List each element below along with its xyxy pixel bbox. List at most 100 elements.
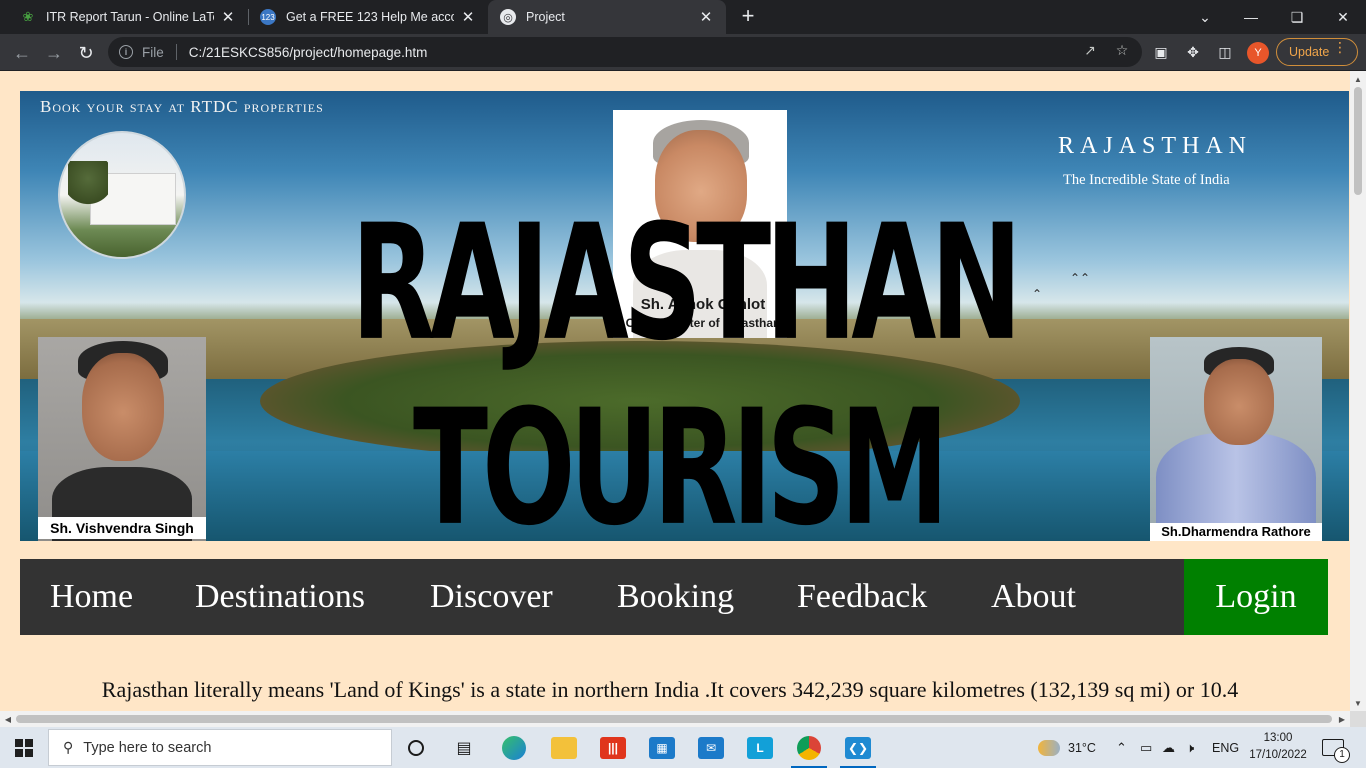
close-window-button[interactable]: ✕ xyxy=(1320,0,1366,34)
tab-123helpme[interactable]: 123 Get a FREE 123 Help Me account ✕ xyxy=(248,0,488,34)
nav-discover[interactable]: Discover xyxy=(430,559,553,635)
tab-title: ITR Report Tarun - Online LaTeX E xyxy=(46,10,214,24)
site-info-icon[interactable]: i xyxy=(119,45,133,59)
volume-muted-icon[interactable]: 🕨 xyxy=(1186,727,1194,768)
incognito-extension-icon[interactable]: ▣ xyxy=(1151,42,1171,62)
weather-temperature: 31°C xyxy=(1068,740,1096,755)
bird-icon: ⌃ xyxy=(1032,287,1043,301)
tray-overflow-chevron-icon[interactable]: ⌃ xyxy=(1116,727,1127,768)
scroll-down-arrow-icon[interactable]: ▼ xyxy=(1350,695,1366,711)
hotel-photo xyxy=(58,131,186,259)
store-bag-icon: ▦ xyxy=(649,736,675,759)
chrome-icon xyxy=(797,735,821,760)
close-tab-icon[interactable]: ✕ xyxy=(698,8,714,26)
taskbar-chrome[interactable] xyxy=(785,727,833,768)
edge-icon xyxy=(502,735,526,760)
123helpme-icon: 123 xyxy=(260,9,276,25)
address-separator xyxy=(175,44,177,60)
tab-strip: ❀ ITR Report Tarun - Online LaTeX E ✕ 12… xyxy=(0,0,1366,34)
update-button[interactable]: Update ⋮ xyxy=(1276,38,1358,66)
left-minister-photo xyxy=(38,337,206,541)
share-icon[interactable]: ↗ xyxy=(1081,41,1099,59)
nav-feedback[interactable]: Feedback xyxy=(797,559,927,635)
nav-home[interactable]: Home xyxy=(50,559,133,635)
horizontal-scroll-thumb[interactable] xyxy=(16,715,1332,723)
weather-cloud-sun-icon xyxy=(1038,739,1060,756)
clock-date: 17/10/2022 xyxy=(1249,749,1307,761)
browser-toolbar: ← → ↻ i File C:/21ESKCS856/project/homep… xyxy=(0,34,1366,71)
taskbar-edge[interactable] xyxy=(490,727,538,768)
hero-banner: Book your stay at RTDC properties Sh. As… xyxy=(20,91,1349,541)
nav-booking[interactable]: Booking xyxy=(617,559,734,635)
vertical-scroll-thumb[interactable] xyxy=(1354,87,1362,195)
address-url[interactable]: C:/21ESKCS856/project/homepage.htm xyxy=(189,45,428,60)
close-tab-icon[interactable]: ✕ xyxy=(460,8,476,26)
mail-icon: ✉ xyxy=(698,736,724,759)
taskbar-lms[interactable]: L xyxy=(736,727,784,768)
tab-itr-report[interactable]: ❀ ITR Report Tarun - Online LaTeX E ✕ xyxy=(8,0,248,34)
search-placeholder: Type here to search xyxy=(83,739,212,756)
overleaf-leaf-icon: ❀ xyxy=(22,9,34,24)
minimize-button[interactable]: — xyxy=(1228,0,1274,34)
right-minister-photo xyxy=(1150,337,1322,541)
search-icon: ⚲ xyxy=(63,739,74,755)
taskbar-store[interactable]: ▦ xyxy=(638,727,686,768)
hero-title-line2: TOURISM xyxy=(413,374,949,541)
left-minister-caption: Sh. Vishvendra Singh xyxy=(38,517,206,539)
forward-button[interactable]: → xyxy=(40,39,68,67)
horizontal-scrollbar[interactable]: ◀ ▶ xyxy=(0,711,1350,727)
folder-icon xyxy=(551,736,577,759)
restore-button[interactable]: ❏ xyxy=(1274,0,1320,34)
scroll-right-arrow-icon[interactable]: ▶ xyxy=(1334,711,1350,727)
bookmark-star-icon[interactable]: ☆ xyxy=(1113,41,1131,59)
extensions-puzzle-icon[interactable]: ✥ xyxy=(1183,42,1203,62)
scroll-left-arrow-icon[interactable]: ◀ xyxy=(0,711,16,727)
nav-login-button[interactable]: Login xyxy=(1184,559,1328,635)
booking-heading: Book your stay at RTDC properties xyxy=(40,97,324,116)
input-language[interactable]: ENG xyxy=(1212,727,1239,768)
hero-title-line1: RAJASTHAN xyxy=(351,189,1022,376)
intro-paragraph: Rajasthan literally means 'Land of Kings… xyxy=(101,677,1239,711)
globe-icon: ◎ xyxy=(500,9,516,25)
windows-taskbar: ⚲ Type here to search ▤ ||| ▦ ✉ L ❮❯ 31°… xyxy=(0,727,1366,768)
vertical-scrollbar[interactable]: ▲ ▼ xyxy=(1350,71,1366,711)
close-tab-icon[interactable]: ✕ xyxy=(220,8,236,26)
palm-tree xyxy=(68,161,108,231)
taskbar-file-explorer[interactable] xyxy=(540,727,588,768)
vscode-icon: ❮❯ xyxy=(845,736,871,759)
back-button[interactable]: ← xyxy=(8,39,36,67)
tab-project[interactable]: ◎ Project ✕ xyxy=(488,0,726,34)
page-viewport: Book your stay at RTDC properties Sh. As… xyxy=(0,71,1350,711)
main-navbar: Home Destinations Discover Booking Feedb… xyxy=(20,559,1328,635)
nav-destinations[interactable]: Destinations xyxy=(195,559,365,635)
side-panel-icon[interactable]: ◫ xyxy=(1215,42,1235,62)
nav-about[interactable]: About xyxy=(991,559,1076,635)
address-scheme: File xyxy=(142,44,164,60)
taskbar-clock[interactable]: 13:00 17/10/2022 xyxy=(1240,730,1316,764)
profile-avatar[interactable]: Y xyxy=(1247,42,1269,64)
tray-meet-icon[interactable]: ▭ xyxy=(1140,727,1152,768)
address-bar[interactable]: i File C:/21ESKCS856/project/homepage.ht… xyxy=(108,37,1142,67)
tab-title: Get a FREE 123 Help Me account xyxy=(286,10,454,24)
start-button[interactable] xyxy=(0,727,48,768)
taskbar-app-red[interactable]: ||| xyxy=(589,727,637,768)
taskbar-mail[interactable]: ✉ xyxy=(687,727,735,768)
brand-tagline: The Incredible State of India xyxy=(1063,172,1230,188)
scroll-up-arrow-icon[interactable]: ▲ xyxy=(1350,71,1366,87)
notification-count-badge: 1 xyxy=(1334,747,1350,763)
person-face xyxy=(82,353,164,461)
task-view-icon: ▤ xyxy=(456,739,472,757)
new-tab-button[interactable]: + xyxy=(736,5,760,29)
menu-kebab-icon[interactable]: ⋮ xyxy=(1333,40,1347,54)
media-app-icon: ||| xyxy=(600,736,626,759)
tab-search-chevron-icon[interactable]: ⌄ xyxy=(1182,0,1228,34)
taskbar-search-box[interactable]: ⚲ Type here to search xyxy=(48,729,392,766)
weather-widget[interactable]: 31°C xyxy=(1038,727,1096,768)
cortana-button[interactable] xyxy=(392,727,440,768)
onedrive-cloud-icon[interactable]: ☁ xyxy=(1162,727,1175,768)
reload-button[interactable]: ↻ xyxy=(72,39,100,67)
person-face xyxy=(1204,359,1274,445)
l-app-icon: L xyxy=(747,736,773,759)
task-view-button[interactable]: ▤ xyxy=(440,727,488,768)
taskbar-vscode[interactable]: ❮❯ xyxy=(834,727,882,768)
